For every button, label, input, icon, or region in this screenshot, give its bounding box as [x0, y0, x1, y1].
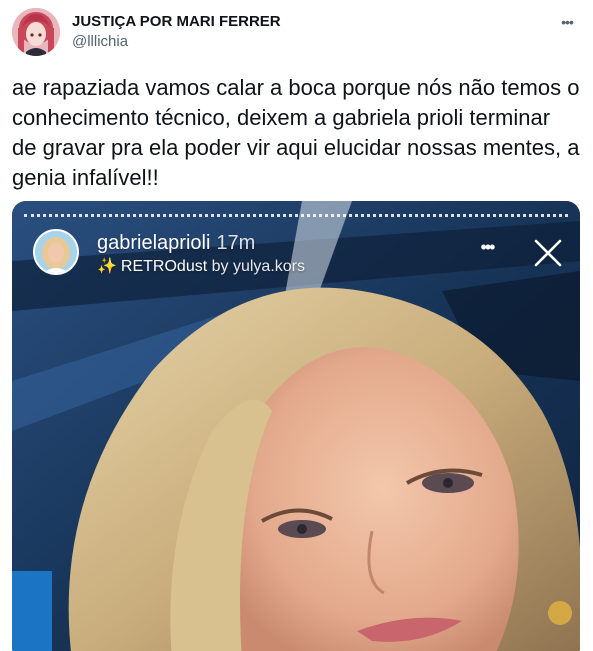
close-icon[interactable] [532, 237, 564, 269]
display-name[interactable]: JUSTIÇA POR MARI FERRER [72, 13, 281, 31]
sparkle-icon: ✨ [97, 258, 117, 275]
avatar[interactable] [12, 8, 60, 56]
story-username[interactable]: gabrielaprioli 17m [97, 231, 255, 255]
story-avatar[interactable] [33, 229, 79, 275]
avatar-image [12, 8, 60, 56]
story-more-icon[interactable]: ••• [472, 237, 502, 257]
more-options-icon[interactable]: ••• [554, 12, 580, 32]
tweet: JUSTIÇA POR MARI FERRER @lllichia ••• ae… [0, 0, 593, 651]
tweet-media[interactable]: gabrielaprioli 17m ✨ RETROdust by yulya.ko… [12, 201, 580, 651]
story-filter-name: RETROdust [120, 258, 208, 275]
story-time: 17m [216, 232, 256, 254]
story-filter-author: by yulya.kors [211, 258, 305, 275]
story-filter-label[interactable]: ✨ RETROdust by yulya.kors [97, 257, 305, 277]
story-username-text[interactable]: gabrielaprioli [97, 232, 210, 254]
tweet-text: ae rapaziada vamos calar a boca porque n… [12, 75, 580, 190]
user-handle[interactable]: @lllichia [72, 33, 128, 51]
story-avatar-image [35, 231, 77, 273]
story-progress-bar [24, 214, 568, 217]
